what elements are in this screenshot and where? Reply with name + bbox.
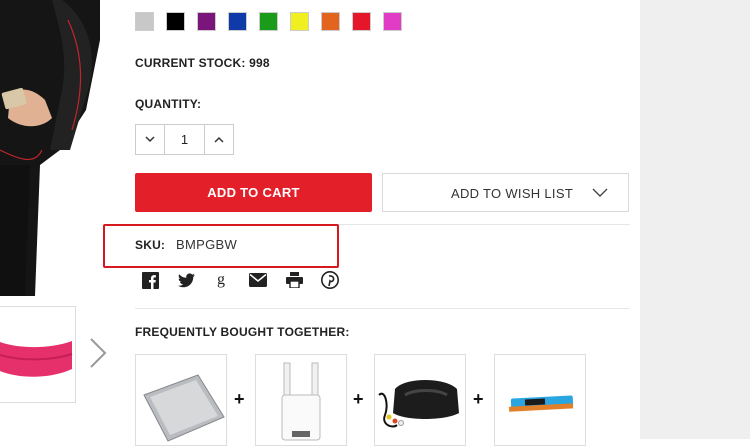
quantity-stepper: 1 (135, 124, 234, 155)
swatch-orange[interactable] (321, 12, 340, 31)
plus-icon: + (234, 389, 245, 409)
color-swatches (135, 12, 402, 31)
carousel-next-icon[interactable] (86, 336, 110, 370)
product-main-image[interactable] (0, 0, 100, 296)
swatch-green[interactable] (259, 12, 278, 31)
facebook-icon[interactable] (141, 271, 159, 289)
quantity-input[interactable]: 1 (164, 125, 205, 154)
chevron-down-icon (145, 136, 155, 143)
twitter-icon[interactable] (177, 271, 195, 289)
fbt-item-laptop-screen[interactable] (135, 354, 227, 446)
page-gutter (640, 0, 750, 439)
swatch-black[interactable] (166, 12, 185, 31)
plus-icon: + (353, 389, 364, 409)
google-plus-icon[interactable]: g (213, 271, 231, 289)
swatch-silver[interactable] (135, 12, 154, 31)
email-icon[interactable] (249, 271, 267, 289)
fbt-item-toner-cartridge[interactable] (494, 354, 586, 446)
frequently-bought-label: FREQUENTLY BOUGHT TOGETHER: (135, 325, 350, 339)
quantity-label: QUANTITY: (135, 97, 202, 111)
pinterest-icon[interactable] (321, 271, 339, 289)
chevron-up-icon (214, 136, 224, 143)
share-icons: g (141, 271, 339, 289)
print-icon[interactable] (285, 271, 303, 289)
fbt-item-dvr[interactable] (374, 354, 466, 446)
wishlist-label: ADD TO WISH LIST (451, 186, 574, 201)
swatch-red[interactable] (352, 12, 371, 31)
current-stock: CURRENT STOCK: 998 (135, 56, 270, 70)
svg-text:g: g (217, 271, 225, 288)
swatch-pink[interactable] (383, 12, 402, 31)
swatch-yellow[interactable] (290, 12, 309, 31)
fbt-item-wifi-extender[interactable] (255, 354, 347, 446)
plus-icon: + (473, 389, 484, 409)
divider (135, 308, 630, 309)
sku-value: BMPGBW (176, 237, 238, 252)
sku-label: SKU: (135, 238, 166, 252)
swatch-purple[interactable] (197, 12, 216, 31)
add-to-wishlist-button[interactable]: ADD TO WISH LIST (382, 173, 629, 212)
increment-button[interactable] (205, 125, 233, 154)
swatch-blue[interactable] (228, 12, 247, 31)
decrement-button[interactable] (136, 125, 164, 154)
product-thumbnail[interactable] (0, 306, 76, 403)
chevron-down-icon (592, 186, 608, 201)
add-to-cart-button[interactable]: ADD TO CART (135, 173, 372, 212)
